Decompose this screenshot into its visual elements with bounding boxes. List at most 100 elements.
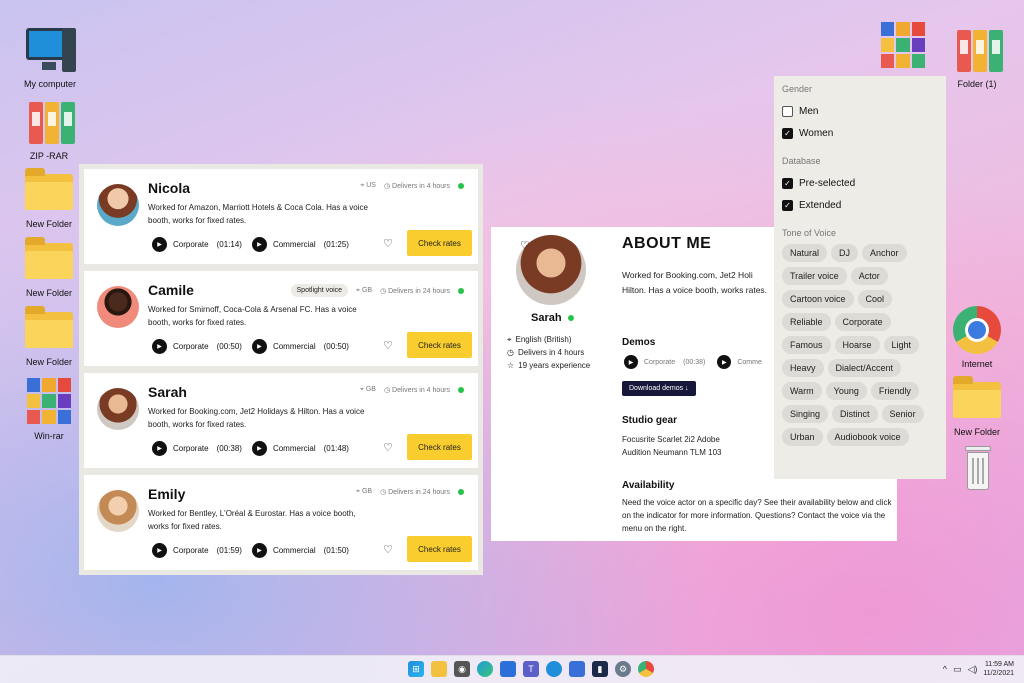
clock-icon: ◷ Delivers in 24 hours bbox=[380, 287, 450, 295]
tone-tag[interactable]: Urban bbox=[782, 428, 823, 446]
filter-men[interactable]: Men bbox=[782, 100, 938, 122]
trash-icon bbox=[949, 446, 1005, 496]
desktop-icon-new-folder[interactable]: New Folder bbox=[14, 166, 84, 230]
tone-tag[interactable]: Singing bbox=[782, 405, 829, 423]
start-windows-icon[interactable]: ⊞ bbox=[408, 661, 424, 677]
tone-tag[interactable]: Friendly bbox=[870, 382, 919, 400]
globe-icon[interactable] bbox=[546, 661, 562, 677]
desktop-icon-new-folder[interactable]: New Folder bbox=[14, 235, 84, 299]
filter-extended[interactable]: ✓ Extended bbox=[782, 194, 938, 216]
avatar[interactable] bbox=[97, 490, 139, 532]
demo-duration: (00:50) bbox=[216, 342, 242, 351]
camera-icon[interactable]: ◉ bbox=[454, 661, 470, 677]
desktop-icon-win-rar[interactable]: Win-rar bbox=[14, 378, 84, 442]
tone-tag[interactable]: Heavy bbox=[782, 359, 824, 377]
desktop-icon-new-folder-right[interactable]: New Folder bbox=[942, 374, 1012, 438]
play-icon[interactable]: ▶ bbox=[717, 355, 732, 369]
tone-tag[interactable]: Natural bbox=[782, 244, 828, 262]
voice-card-sarah[interactable]: Sarah Worked for Booking.com, Jet2 Holid… bbox=[84, 373, 478, 468]
tone-tag[interactable]: Anchor bbox=[862, 244, 907, 262]
clock-icon: ◷ Delivers in 4 hours bbox=[383, 387, 450, 394]
active-app-icon[interactable]: ▮ bbox=[592, 661, 608, 677]
clock[interactable]: 11:59 AM 11/2/2021 bbox=[983, 660, 1014, 678]
tone-tag[interactable]: Corporate bbox=[834, 313, 891, 331]
check-rates-button[interactable]: Check rates bbox=[407, 434, 472, 460]
desktop-icon-recycle-bin[interactable] bbox=[942, 446, 1012, 500]
play-icon[interactable]: ▶ bbox=[152, 441, 167, 456]
avatar[interactable] bbox=[97, 286, 139, 328]
heart-icon[interactable]: ♡ bbox=[383, 543, 393, 556]
filter-pre-selected[interactable]: ✓ Pre-selected bbox=[782, 172, 938, 194]
play-icon[interactable]: ▶ bbox=[152, 543, 167, 558]
chrome-icon[interactable] bbox=[638, 661, 654, 677]
download-demos-button[interactable]: Download demos ↓ bbox=[622, 381, 696, 396]
demo-commercial[interactable]: ▶ Commercial (01:25) bbox=[251, 237, 349, 252]
clock-icon: ◷ Delivers in 24 hours bbox=[380, 489, 450, 496]
voice-card-nicola[interactable]: Nicola Worked for Amazon, Marriott Hotel… bbox=[84, 169, 478, 264]
store-icon[interactable] bbox=[500, 661, 516, 677]
tone-tag[interactable]: Cartoon voice bbox=[782, 290, 854, 308]
profile-name: Sarah bbox=[531, 312, 574, 324]
tone-tag[interactable]: DJ bbox=[831, 244, 859, 262]
desktop-icon-internet[interactable]: Internet bbox=[942, 306, 1012, 370]
check-rates-button[interactable]: Check rates bbox=[407, 332, 472, 358]
demo-commercial[interactable]: ▶ Commercial (01:50) bbox=[251, 543, 349, 558]
tone-tag[interactable]: Audiobook voice bbox=[826, 428, 909, 446]
file-explorer-icon[interactable] bbox=[431, 661, 447, 677]
volume-icon[interactable]: ◁) bbox=[967, 664, 977, 675]
heart-icon[interactable]: ♡ bbox=[383, 339, 393, 352]
avatar[interactable] bbox=[97, 388, 139, 430]
filter-women[interactable]: ✓ Women bbox=[782, 122, 938, 144]
play-icon[interactable]: ▶ bbox=[251, 339, 267, 354]
tone-tag[interactable]: Hoarse bbox=[834, 336, 880, 354]
checkbox[interactable] bbox=[782, 105, 793, 117]
desktop-icon-win-rar-right[interactable] bbox=[868, 22, 938, 76]
check-rates-button[interactable]: Check rates bbox=[407, 230, 472, 256]
chevron-up-icon[interactable]: ^ bbox=[943, 664, 947, 674]
play-icon[interactable]: ▶ bbox=[624, 355, 638, 369]
tone-tag[interactable]: Young bbox=[825, 382, 867, 400]
photos-icon[interactable] bbox=[569, 661, 585, 677]
tone-tag[interactable]: Trailer voice bbox=[782, 267, 847, 285]
heart-icon[interactable]: ♡ bbox=[520, 239, 530, 252]
play-icon[interactable]: ▶ bbox=[152, 237, 167, 252]
demo-commercial[interactable]: ▶ Commercial (00:50) bbox=[251, 339, 349, 354]
tone-tag[interactable]: Warm bbox=[782, 382, 822, 400]
demo-corporate[interactable]: ▶ Corporate (00:38) bbox=[152, 441, 242, 456]
heart-icon[interactable]: ♡ bbox=[383, 237, 393, 250]
checkbox-checked[interactable]: ✓ bbox=[782, 177, 793, 189]
checkbox-checked[interactable]: ✓ bbox=[782, 199, 793, 211]
demo-corporate[interactable]: ▶ Corporate (01:14) bbox=[152, 237, 242, 252]
network-icon[interactable]: ▭ bbox=[953, 664, 962, 675]
voice-card-camile[interactable]: Camile Worked for Smirnoff, Coca-Cola & … bbox=[84, 271, 478, 366]
demo-corporate[interactable]: ▶ Corporate (01:59) bbox=[152, 543, 242, 558]
avatar[interactable] bbox=[97, 184, 139, 226]
play-icon[interactable]: ▶ bbox=[251, 543, 267, 558]
edge-icon[interactable] bbox=[477, 661, 493, 677]
tone-tag[interactable]: Famous bbox=[782, 336, 831, 354]
tone-tag[interactable]: Actor bbox=[850, 267, 888, 285]
demo-corporate[interactable]: ▶ Corporate (00:50) bbox=[152, 339, 242, 354]
voice-card-emily[interactable]: Emily Worked for Bentley, L'Oréal & Euro… bbox=[84, 475, 478, 570]
play-icon[interactable]: ▶ bbox=[152, 339, 167, 354]
settings-gear-icon[interactable]: ⚙ bbox=[615, 661, 631, 677]
check-rates-button[interactable]: Check rates bbox=[407, 536, 472, 562]
tone-tag[interactable]: Dialect/Accent bbox=[827, 359, 902, 377]
voice-meta: ⌖ US ◷ Delivers in 4 hours bbox=[360, 182, 464, 190]
tone-tag[interactable]: Reliable bbox=[782, 313, 831, 331]
desktop-icon-folder-1[interactable]: Folder (1) bbox=[942, 26, 1012, 90]
checkbox-checked[interactable]: ✓ bbox=[782, 127, 793, 139]
play-icon[interactable]: ▶ bbox=[251, 441, 267, 456]
tone-tag[interactable]: Senior bbox=[881, 405, 924, 423]
desktop-icon-zip-rar[interactable]: ZIP -RAR bbox=[14, 98, 84, 162]
tone-tag[interactable]: Distinct bbox=[832, 405, 878, 423]
demo-duration: (01:14) bbox=[216, 240, 242, 249]
tone-tag[interactable]: Cool bbox=[857, 290, 893, 308]
demo-commercial[interactable]: ▶ Commercial (01:48) bbox=[251, 441, 349, 456]
tone-tag[interactable]: Light bbox=[883, 336, 920, 354]
desktop-icon-new-folder[interactable]: New Folder bbox=[14, 304, 84, 368]
teams-icon[interactable]: T bbox=[523, 661, 539, 677]
play-icon[interactable]: ▶ bbox=[251, 237, 267, 252]
heart-icon[interactable]: ♡ bbox=[383, 441, 393, 454]
desktop-icon-my-computer[interactable]: My computer bbox=[15, 26, 85, 90]
